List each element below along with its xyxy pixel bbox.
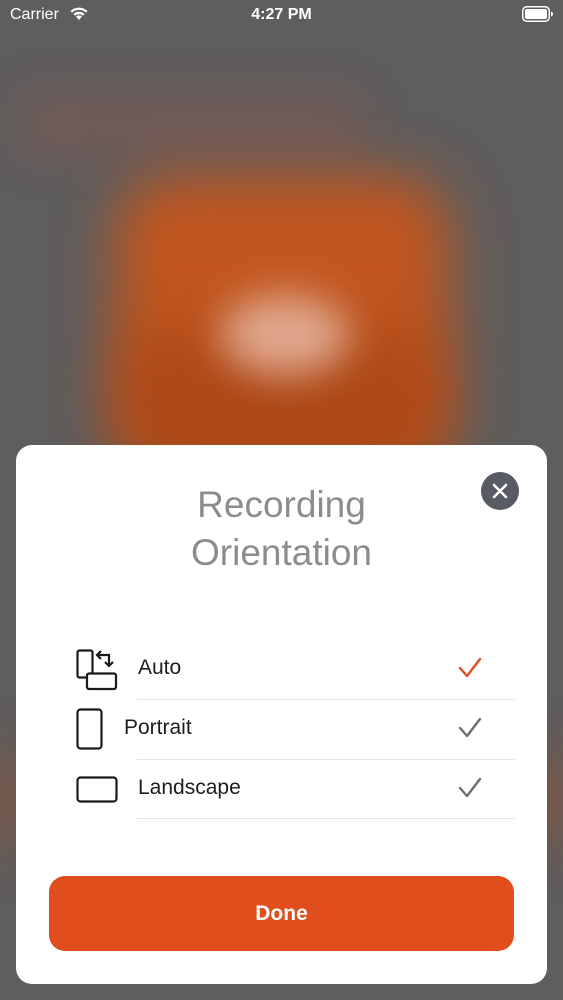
status-time: 4:27 PM (251, 6, 312, 23)
title-line-1: Recording (197, 484, 366, 525)
portrait-icon (76, 708, 103, 750)
sheet-title: Recording Orientation (16, 481, 547, 577)
option-landscape[interactable]: Landscape (16, 760, 547, 820)
option-label-auto: Auto (138, 656, 182, 679)
option-label-landscape: Landscape (138, 776, 241, 799)
option-portrait[interactable]: Portrait (16, 700, 547, 760)
checkmark-icon (458, 657, 482, 678)
blurred-camera-glyph (220, 295, 350, 375)
option-auto[interactable]: Auto (16, 640, 547, 700)
title-line-2: Orientation (191, 532, 372, 573)
auto-rotate-icon (76, 649, 118, 691)
checkmark-icon (458, 777, 482, 798)
divider (137, 818, 515, 819)
option-label-portrait: Portrait (124, 716, 192, 739)
recording-orientation-sheet: Recording Orientation Auto Portrait Land… (16, 445, 547, 984)
done-button[interactable]: Done (49, 876, 514, 951)
landscape-icon (76, 776, 118, 803)
checkmark-icon (458, 717, 482, 738)
blurred-header-shape (20, 95, 360, 155)
battery-icon (522, 6, 553, 22)
status-bar: Carrier 4:27 PM (0, 0, 563, 30)
